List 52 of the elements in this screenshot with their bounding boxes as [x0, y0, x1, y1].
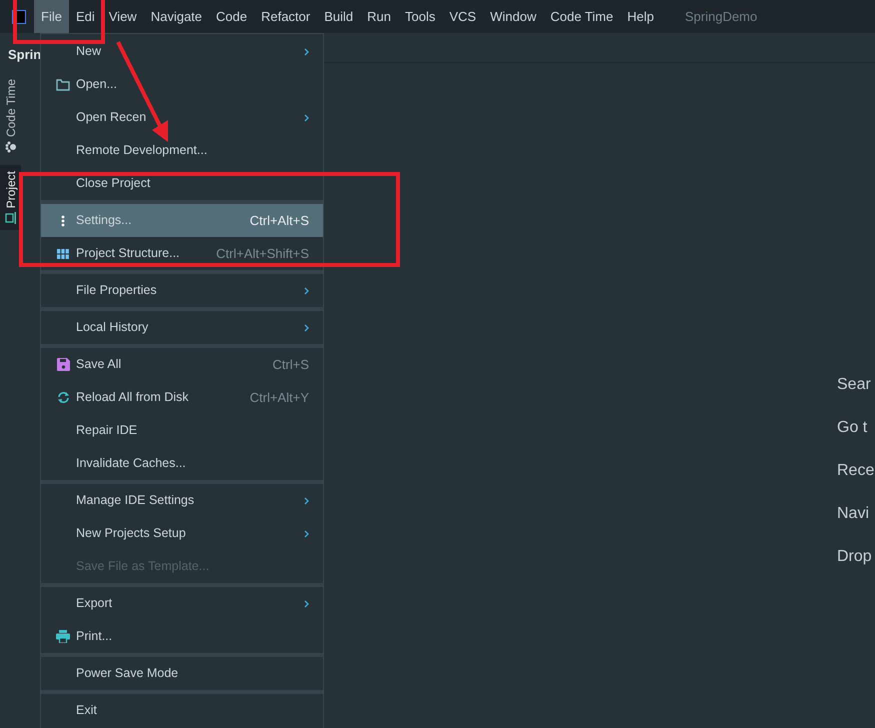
menu-item[interactable]: Run [360, 0, 398, 33]
menu-item[interactable]: Open... [41, 68, 323, 101]
shortcut-label: Ctrl+Alt+Shift+S [216, 244, 309, 263]
menu-item[interactable]: Project Structure... Ctrl+Alt+Shift+S [41, 237, 323, 270]
menu-item[interactable]: Refactor [254, 0, 318, 33]
menu-item[interactable]: Export [41, 587, 323, 620]
menu-item[interactable]: File Properties [41, 274, 323, 307]
menu-item[interactable]: Window [483, 0, 544, 33]
welcome-hint: Rece [837, 461, 874, 481]
welcome-hint: Sear [837, 375, 872, 395]
menu-item[interactable]: Navigate [144, 0, 210, 33]
menu-item[interactable]: Exit [41, 694, 323, 727]
panel-title: Sprin [7, 46, 40, 63]
project-title: SpringDemo [684, 8, 758, 26]
menu-item[interactable]: Invalidate Caches... [41, 447, 323, 480]
menu-item[interactable]: New [41, 35, 323, 68]
printer-icon [56, 630, 70, 643]
menu-item[interactable]: Save All Ctrl+S [41, 348, 323, 381]
menu-item[interactable]: Repair IDE [41, 414, 323, 447]
shortcut-label: Ctrl+Alt+Y [250, 388, 309, 407]
menu-item[interactable]: Local History [41, 311, 323, 344]
menu-item[interactable]: Reload All from Disk Ctrl+Alt+Y [41, 381, 323, 414]
menu-item[interactable]: Print... [41, 620, 323, 653]
menu-item[interactable]: Close Project [41, 167, 323, 200]
menu-item[interactable]: Open Recen [41, 101, 323, 134]
menu-item[interactable]: Help [620, 0, 661, 33]
welcome-hint: Navi [837, 504, 870, 524]
menu-item[interactable]: Remote Development... [41, 134, 323, 167]
more-icon [61, 214, 65, 226]
menu-item[interactable]: VCS [442, 0, 484, 33]
laptop-icon [4, 212, 16, 224]
menu-item[interactable]: Code Time [543, 0, 620, 33]
menu-item[interactable]: Power Save Mode [41, 657, 323, 690]
tool-window-tab[interactable]: Project [0, 165, 21, 230]
grid-icon [57, 248, 69, 258]
menu-item[interactable]: New Projects Setup [41, 517, 323, 550]
refresh-icon [56, 391, 70, 404]
tool-window-tab[interactable]: Code Time [0, 73, 21, 160]
shortcut-label: Ctrl+S [272, 356, 309, 374]
shortcut-label: Ctrl+Alt+S [250, 212, 309, 230]
menu-item[interactable]: Manage IDE Settings [41, 484, 323, 517]
welcome-hint: Go t [837, 418, 868, 438]
paw-icon [4, 141, 16, 154]
welcome-hint: Drop [837, 547, 873, 567]
menu-item[interactable]: File [34, 0, 69, 33]
menu-item[interactable]: Tools [398, 0, 442, 33]
folder-icon [56, 78, 70, 90]
menu-item[interactable]: Code [209, 0, 254, 33]
menu-item[interactable]: Build [317, 0, 360, 33]
menu-item[interactable]: Settings... Ctrl+Alt+S [41, 204, 323, 237]
menu-item[interactable]: Edi [68, 0, 102, 33]
menu-item[interactable]: View [102, 0, 144, 33]
